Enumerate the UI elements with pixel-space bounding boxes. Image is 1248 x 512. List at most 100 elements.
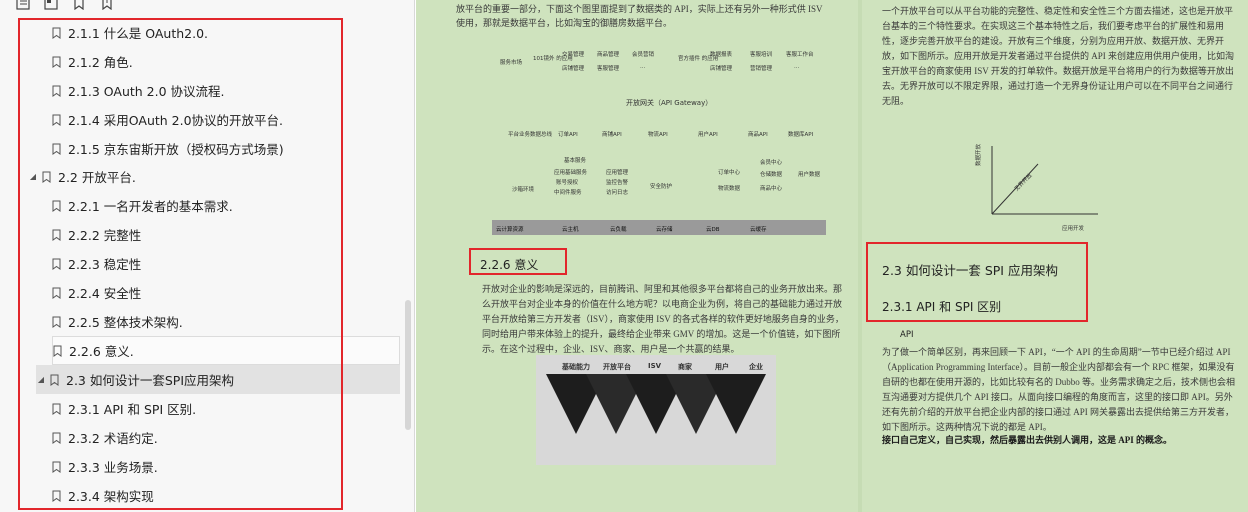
toc-item[interactable]: 2.1.3 OAuth 2.0 协议流程.: [52, 76, 400, 105]
outline-icon[interactable]: [44, 0, 58, 10]
chart-x-label: 应用开发: [1062, 226, 1085, 232]
toc-item[interactable]: 2.1.4 采用OAuth 2.0协议的开放平台.: [52, 105, 400, 134]
arch-label: 商品API: [748, 132, 768, 138]
page-left: 放平台的重要一部分，下面这个图里面提到了数据类的 API，实际上还有另外一种形式…: [416, 0, 858, 512]
bookmark-icon: [42, 171, 51, 183]
document-viewer[interactable]: 放平台的重要一部分，下面这个图里面提到了数据类的 API，实际上还有另外一种形式…: [416, 0, 1248, 512]
bookmark-icon: [52, 490, 61, 502]
toc-item-label: 2.3.2 术语约定.: [68, 431, 158, 446]
bookmark-icon: [52, 258, 61, 270]
toc-item-label: 2.2.6 意义.: [69, 344, 134, 359]
chain-label: 企业: [749, 363, 763, 371]
arch-label: 会员中心: [760, 160, 783, 166]
arch-label: ...: [640, 64, 646, 70]
arch-label: 数据报表: [710, 52, 733, 58]
toc-item[interactable]: 2.1.1 什么是 OAuth2.0.: [52, 18, 400, 47]
arch-label: 安全防护: [650, 184, 673, 190]
toc-item-label: 2.2 开放平台.: [58, 170, 136, 185]
toc-item[interactable]: 2.2.5 整体技术架构.: [52, 307, 400, 336]
arch-label: 沙箱环境: [512, 187, 535, 193]
toc-item[interactable]: 2.1.2 角色.: [52, 47, 400, 76]
toc-item-label: 2.1.3 OAuth 2.0 协议流程.: [68, 84, 225, 99]
bookmark-icon: [52, 432, 61, 444]
toc-item[interactable]: ◢ 2.2 开放平台.: [28, 162, 400, 191]
bookmark-icon: [52, 403, 61, 415]
bookmark-icon: [52, 85, 61, 97]
toc-item[interactable]: 2.2.4 安全性: [52, 278, 400, 307]
page-right: 一个开放平台可以从平台功能的完整性、稳定性和安全性三个方面去描述，这也是开放平台…: [862, 0, 1248, 512]
arch-label: 店铺管理: [562, 66, 585, 72]
expand-arrow-icon[interactable]: ◢: [28, 172, 38, 181]
toc-item[interactable]: 2.1.5 京东宙斯开放（授权码方式场景): [52, 134, 400, 163]
toc-item-label: 2.2.3 稳定性: [68, 257, 142, 272]
toc-item[interactable]: 2.2.3 稳定性: [52, 249, 400, 278]
toc-sidebar: 2.1.1 什么是 OAuth2.0. 2.1.2 角色. 2.1.3 OAuth …: [0, 0, 415, 512]
top-text-1: 放平台的重要一部分，下面这个图里面提到了数据类的 API，实际上还有另外一种形式…: [456, 4, 823, 14]
arch-label: 云负载: [610, 227, 627, 233]
body-paragraph: 开放对企业的影响是深远的，目前腾讯、阿里和其他很多平台都将自己的业务开放出来。那…: [482, 284, 844, 354]
arch-label: 云计算资源: [496, 227, 524, 233]
bookmark-icon: [52, 143, 61, 155]
value-chain-triangles: [546, 374, 766, 434]
toc-item[interactable]: 2.3.4 架构实现: [52, 481, 400, 510]
arch-label: 服务市场: [500, 60, 523, 66]
toc-item-label: 2.2.2 完整性: [68, 228, 142, 243]
arch-label: 应用管理: [606, 170, 629, 176]
expand-arrow-icon[interactable]: ◢: [36, 375, 46, 384]
arch-label: 用户数据: [798, 172, 821, 178]
arch-label: 监控告警: [606, 180, 629, 186]
toc-item[interactable]: 2.3.1 API 和 SPI 区别.: [52, 394, 400, 423]
toc-item-label: 2.3 如何设计一套SPI应用架构: [66, 373, 235, 388]
bookmark-icon: [52, 200, 61, 212]
toc-item[interactable]: 2.3.2 术语约定.: [52, 423, 400, 452]
toc-item-label: 2.2.5 整体技术架构.: [68, 315, 183, 330]
bookmark-icon: [52, 229, 61, 241]
arch-label: 订单中心: [718, 170, 741, 176]
bookmark-icon: [52, 27, 61, 39]
arch-label: 交易管理: [562, 52, 585, 58]
arch-label: 应用基础服务: [554, 170, 588, 176]
bookmark-icon[interactable]: [72, 0, 86, 10]
toc-item[interactable]: 2.2.1 一名开发者的基本需求.: [52, 191, 400, 220]
section-heading-2-3-1: 2.3.1 API 和 SPI 区别: [882, 300, 1002, 314]
arch-label: 基本服务: [564, 158, 587, 164]
chain-label: 开放平台: [603, 363, 631, 371]
toc-item[interactable]: ◢ 2.3 如何设计一套SPI应用架构: [36, 365, 400, 394]
toc-item-label: 2.3.3 业务场景.: [68, 460, 158, 475]
arch-label: 数据库API: [788, 132, 814, 138]
subheading-api: API: [900, 330, 914, 340]
bookmark-add-icon[interactable]: [100, 0, 114, 10]
bookmark-icon: [52, 56, 61, 68]
body-paragraph: 为了做一个简单区别，再来回顾一下 API，“一个 API 的生命周期”一节中已经…: [882, 347, 1236, 432]
arch-label: 用户API: [698, 132, 718, 138]
chain-label: 商家: [678, 363, 692, 371]
arch-label: 店铺管理: [710, 66, 733, 72]
toc-item[interactable]: 2.2.2 完整性: [52, 220, 400, 249]
bookmark-icon: [53, 345, 62, 357]
arch-label: 客服培训: [750, 52, 773, 58]
arch-label: 物流API: [648, 132, 668, 138]
arch-label: 仓储数据: [760, 172, 783, 178]
openness-axes-figure: [991, 146, 1098, 215]
toc-item-label: 2.2.4 安全性: [68, 286, 142, 301]
bookmark-icon: [52, 287, 61, 299]
arch-label: 云存储: [656, 227, 673, 233]
chain-label: 基础能力: [562, 363, 590, 371]
top-text-2: 使用，那就是数据平台，比如淘宝的御膳房数据平台。: [456, 18, 673, 28]
bookmark-icon: [52, 461, 61, 473]
arch-label: 营销管理: [750, 66, 773, 72]
arch-label: ...: [794, 64, 800, 70]
arch-label: 账号授权: [556, 180, 579, 186]
chain-label: 用户: [715, 363, 729, 371]
arch-label: 云主机: [562, 227, 579, 233]
sidebar-scrollbar[interactable]: [405, 300, 411, 430]
toc-item[interactable]: 2.2.6 意义.: [52, 336, 400, 365]
bookmark-icon: [50, 374, 59, 386]
arch-label: 中间件服务: [554, 190, 582, 196]
toc-icon[interactable]: [16, 0, 30, 10]
arch-label: 商品中心: [760, 186, 783, 192]
toc-item[interactable]: 2.3.3 业务场景.: [52, 452, 400, 481]
arch-label: 云缓存: [750, 227, 767, 233]
definition-sentence: 接口自己定义，自己实现，然后暴露出去供别人调用，这是 API 的概念。: [882, 435, 1173, 445]
toc-item-label: 2.3.1 API 和 SPI 区别.: [68, 402, 197, 417]
